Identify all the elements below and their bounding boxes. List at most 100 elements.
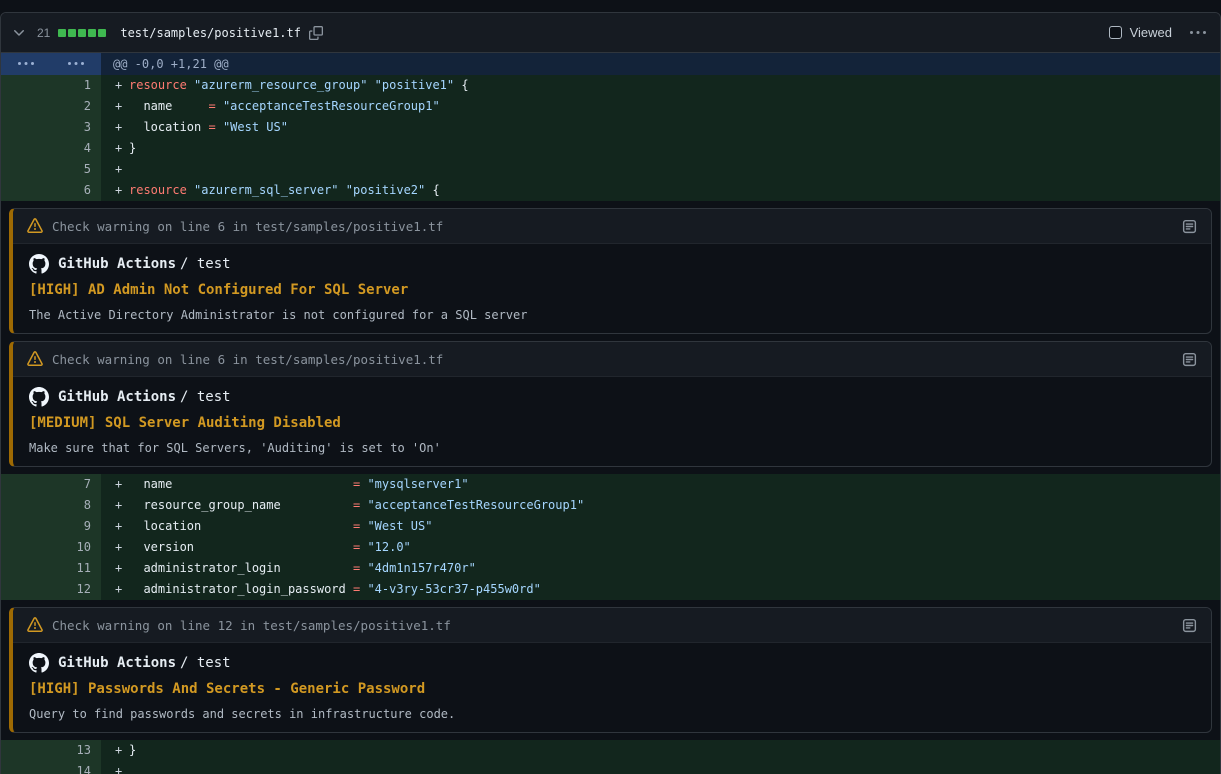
view-workflow-log-icon[interactable] bbox=[1182, 352, 1197, 367]
old-line-number-cell[interactable] bbox=[1, 495, 51, 516]
new-line-number[interactable]: 6 bbox=[51, 180, 101, 201]
code-section-2: 7+ name = "mysqlserver1"8+ resource_grou… bbox=[1, 474, 1220, 600]
diff-add-marker: + bbox=[101, 75, 129, 96]
annotation-source: GitHub Actions/ test bbox=[29, 653, 1195, 673]
annotation-header: Check warning on line 6 in test/samples/… bbox=[13, 209, 1211, 244]
alert-triangle-icon bbox=[27, 617, 43, 633]
code-line-content: location = "West US" bbox=[129, 117, 288, 138]
check-suite-name: GitHub Actions bbox=[58, 256, 176, 272]
new-line-number[interactable]: 11 bbox=[51, 558, 101, 579]
old-line-number-cell[interactable] bbox=[1, 180, 51, 201]
expand-hunk-button-right[interactable] bbox=[67, 56, 85, 72]
hunk-header-row: @@ -0,0 +1,21 @@ bbox=[1, 53, 1220, 75]
new-line-number[interactable]: 8 bbox=[51, 495, 101, 516]
check-suite-name: GitHub Actions bbox=[58, 655, 176, 671]
new-line-number[interactable]: 12 bbox=[51, 579, 101, 600]
expand-hunk-button-left[interactable] bbox=[17, 56, 35, 72]
annotation-description: Query to find passwords and secrets in i… bbox=[29, 707, 1195, 722]
collapse-file-button[interactable] bbox=[11, 25, 27, 41]
old-line-number-cell[interactable] bbox=[1, 537, 51, 558]
changed-lines-count: 21 bbox=[37, 26, 50, 40]
diff-add-marker: + bbox=[101, 117, 129, 138]
view-workflow-log-icon[interactable] bbox=[1182, 219, 1197, 234]
code-line-content: resource "azurerm_resource_group" "posit… bbox=[129, 75, 469, 96]
diff-line-4: 4+} bbox=[1, 138, 1220, 159]
annotation-location-text: Check warning on line 6 in test/samples/… bbox=[52, 352, 1182, 367]
old-line-number-cell[interactable] bbox=[1, 474, 51, 495]
check-source[interactable]: GitHub Actions/ test bbox=[58, 655, 231, 671]
check-annotation-3: Check warning on line 12 in test/samples… bbox=[9, 607, 1212, 733]
check-run-name: / test bbox=[180, 389, 231, 405]
diff-line-9: 9+ location = "West US" bbox=[1, 516, 1220, 537]
diff-file-container: 21 test/samples/positive1.tf Viewed bbox=[0, 12, 1221, 774]
diff-add-marker: + bbox=[101, 579, 129, 600]
copy-path-button[interactable] bbox=[309, 26, 323, 40]
old-line-number-cell[interactable] bbox=[1, 138, 51, 159]
annotation-body: GitHub Actions/ test [HIGH] AD Admin Not… bbox=[13, 244, 1211, 333]
file-header-left: 21 test/samples/positive1.tf bbox=[11, 25, 323, 41]
diff-line-7: 7+ name = "mysqlserver1" bbox=[1, 474, 1220, 495]
viewed-label: Viewed bbox=[1130, 25, 1172, 40]
diff-add-marker: + bbox=[101, 180, 129, 201]
old-line-number-cell[interactable] bbox=[1, 117, 51, 138]
check-annotation-1: Check warning on line 6 in test/samples/… bbox=[9, 208, 1212, 334]
code-line-content: } bbox=[129, 138, 136, 159]
file-options-button[interactable] bbox=[1190, 25, 1206, 41]
new-line-number[interactable]: 4 bbox=[51, 138, 101, 159]
code-line-content: name = "mysqlserver1" bbox=[129, 474, 469, 495]
old-line-number-cell[interactable] bbox=[1, 516, 51, 537]
new-line-number[interactable]: 14 bbox=[51, 761, 101, 774]
github-mark-icon bbox=[29, 254, 49, 274]
new-line-number[interactable]: 9 bbox=[51, 516, 101, 537]
old-line-number-cell[interactable] bbox=[1, 740, 51, 761]
view-workflow-log-icon[interactable] bbox=[1182, 618, 1197, 633]
diff-body: @@ -0,0 +1,21 @@ 1+resource "azurerm_res… bbox=[1, 53, 1220, 774]
code-line-content: name = "acceptanceTestResourceGroup1" bbox=[129, 96, 440, 117]
check-source[interactable]: GitHub Actions/ test bbox=[58, 389, 231, 405]
code-section-1: 1+resource "azurerm_resource_group" "pos… bbox=[1, 75, 1220, 201]
diff-line-10: 10+ version = "12.0" bbox=[1, 537, 1220, 558]
hunk-header-text: @@ -0,0 +1,21 @@ bbox=[101, 53, 229, 75]
diff-line-13: 13+} bbox=[1, 740, 1220, 761]
new-line-number[interactable]: 1 bbox=[51, 75, 101, 96]
kebab-horizontal-icon bbox=[67, 56, 85, 72]
file-path[interactable]: test/samples/positive1.tf bbox=[120, 26, 301, 40]
code-line-content: administrator_login = "4dm1n157r470r" bbox=[129, 558, 476, 579]
diff-add-marker: + bbox=[101, 740, 129, 761]
diffstat-block bbox=[88, 29, 96, 37]
chevron-down-icon bbox=[11, 25, 27, 41]
annotation-location-text: Check warning on line 12 in test/samples… bbox=[52, 618, 1182, 633]
old-line-number-cell[interactable] bbox=[1, 96, 51, 117]
new-line-number[interactable]: 13 bbox=[51, 740, 101, 761]
kebab-horizontal-icon bbox=[1190, 25, 1206, 41]
diff-line-2: 2+ name = "acceptanceTestResourceGroup1" bbox=[1, 96, 1220, 117]
new-line-number[interactable]: 3 bbox=[51, 117, 101, 138]
code-line-content: } bbox=[129, 740, 136, 761]
alert-triangle-icon bbox=[27, 218, 43, 234]
annotation-source: GitHub Actions/ test bbox=[29, 387, 1195, 407]
kebab-horizontal-icon bbox=[17, 56, 35, 72]
check-run-name: / test bbox=[180, 655, 231, 671]
code-line-content: resource "azurerm_sql_server" "positive2… bbox=[129, 180, 440, 201]
old-line-number-cell[interactable] bbox=[1, 579, 51, 600]
new-line-number[interactable]: 5 bbox=[51, 159, 101, 180]
diff-add-marker: + bbox=[101, 474, 129, 495]
check-source[interactable]: GitHub Actions/ test bbox=[58, 256, 231, 272]
old-line-number-cell[interactable] bbox=[1, 761, 51, 774]
new-line-number[interactable]: 10 bbox=[51, 537, 101, 558]
diff-add-marker: + bbox=[101, 537, 129, 558]
old-line-number-cell[interactable] bbox=[1, 159, 51, 180]
alert-triangle-icon bbox=[27, 351, 43, 367]
new-line-number[interactable]: 7 bbox=[51, 474, 101, 495]
annotation-source: GitHub Actions/ test bbox=[29, 254, 1195, 274]
diff-line-3: 3+ location = "West US" bbox=[1, 117, 1220, 138]
viewed-toggle[interactable]: Viewed bbox=[1109, 25, 1172, 40]
old-line-number-cell[interactable] bbox=[1, 558, 51, 579]
new-line-number[interactable]: 2 bbox=[51, 96, 101, 117]
old-line-number-cell[interactable] bbox=[1, 75, 51, 96]
diff-add-marker: + bbox=[101, 96, 129, 117]
diff-line-14: 14+ bbox=[1, 761, 1220, 774]
viewed-checkbox[interactable] bbox=[1109, 26, 1122, 39]
hunk-gutter bbox=[1, 53, 101, 75]
annotation-header: Check warning on line 12 in test/samples… bbox=[13, 608, 1211, 643]
